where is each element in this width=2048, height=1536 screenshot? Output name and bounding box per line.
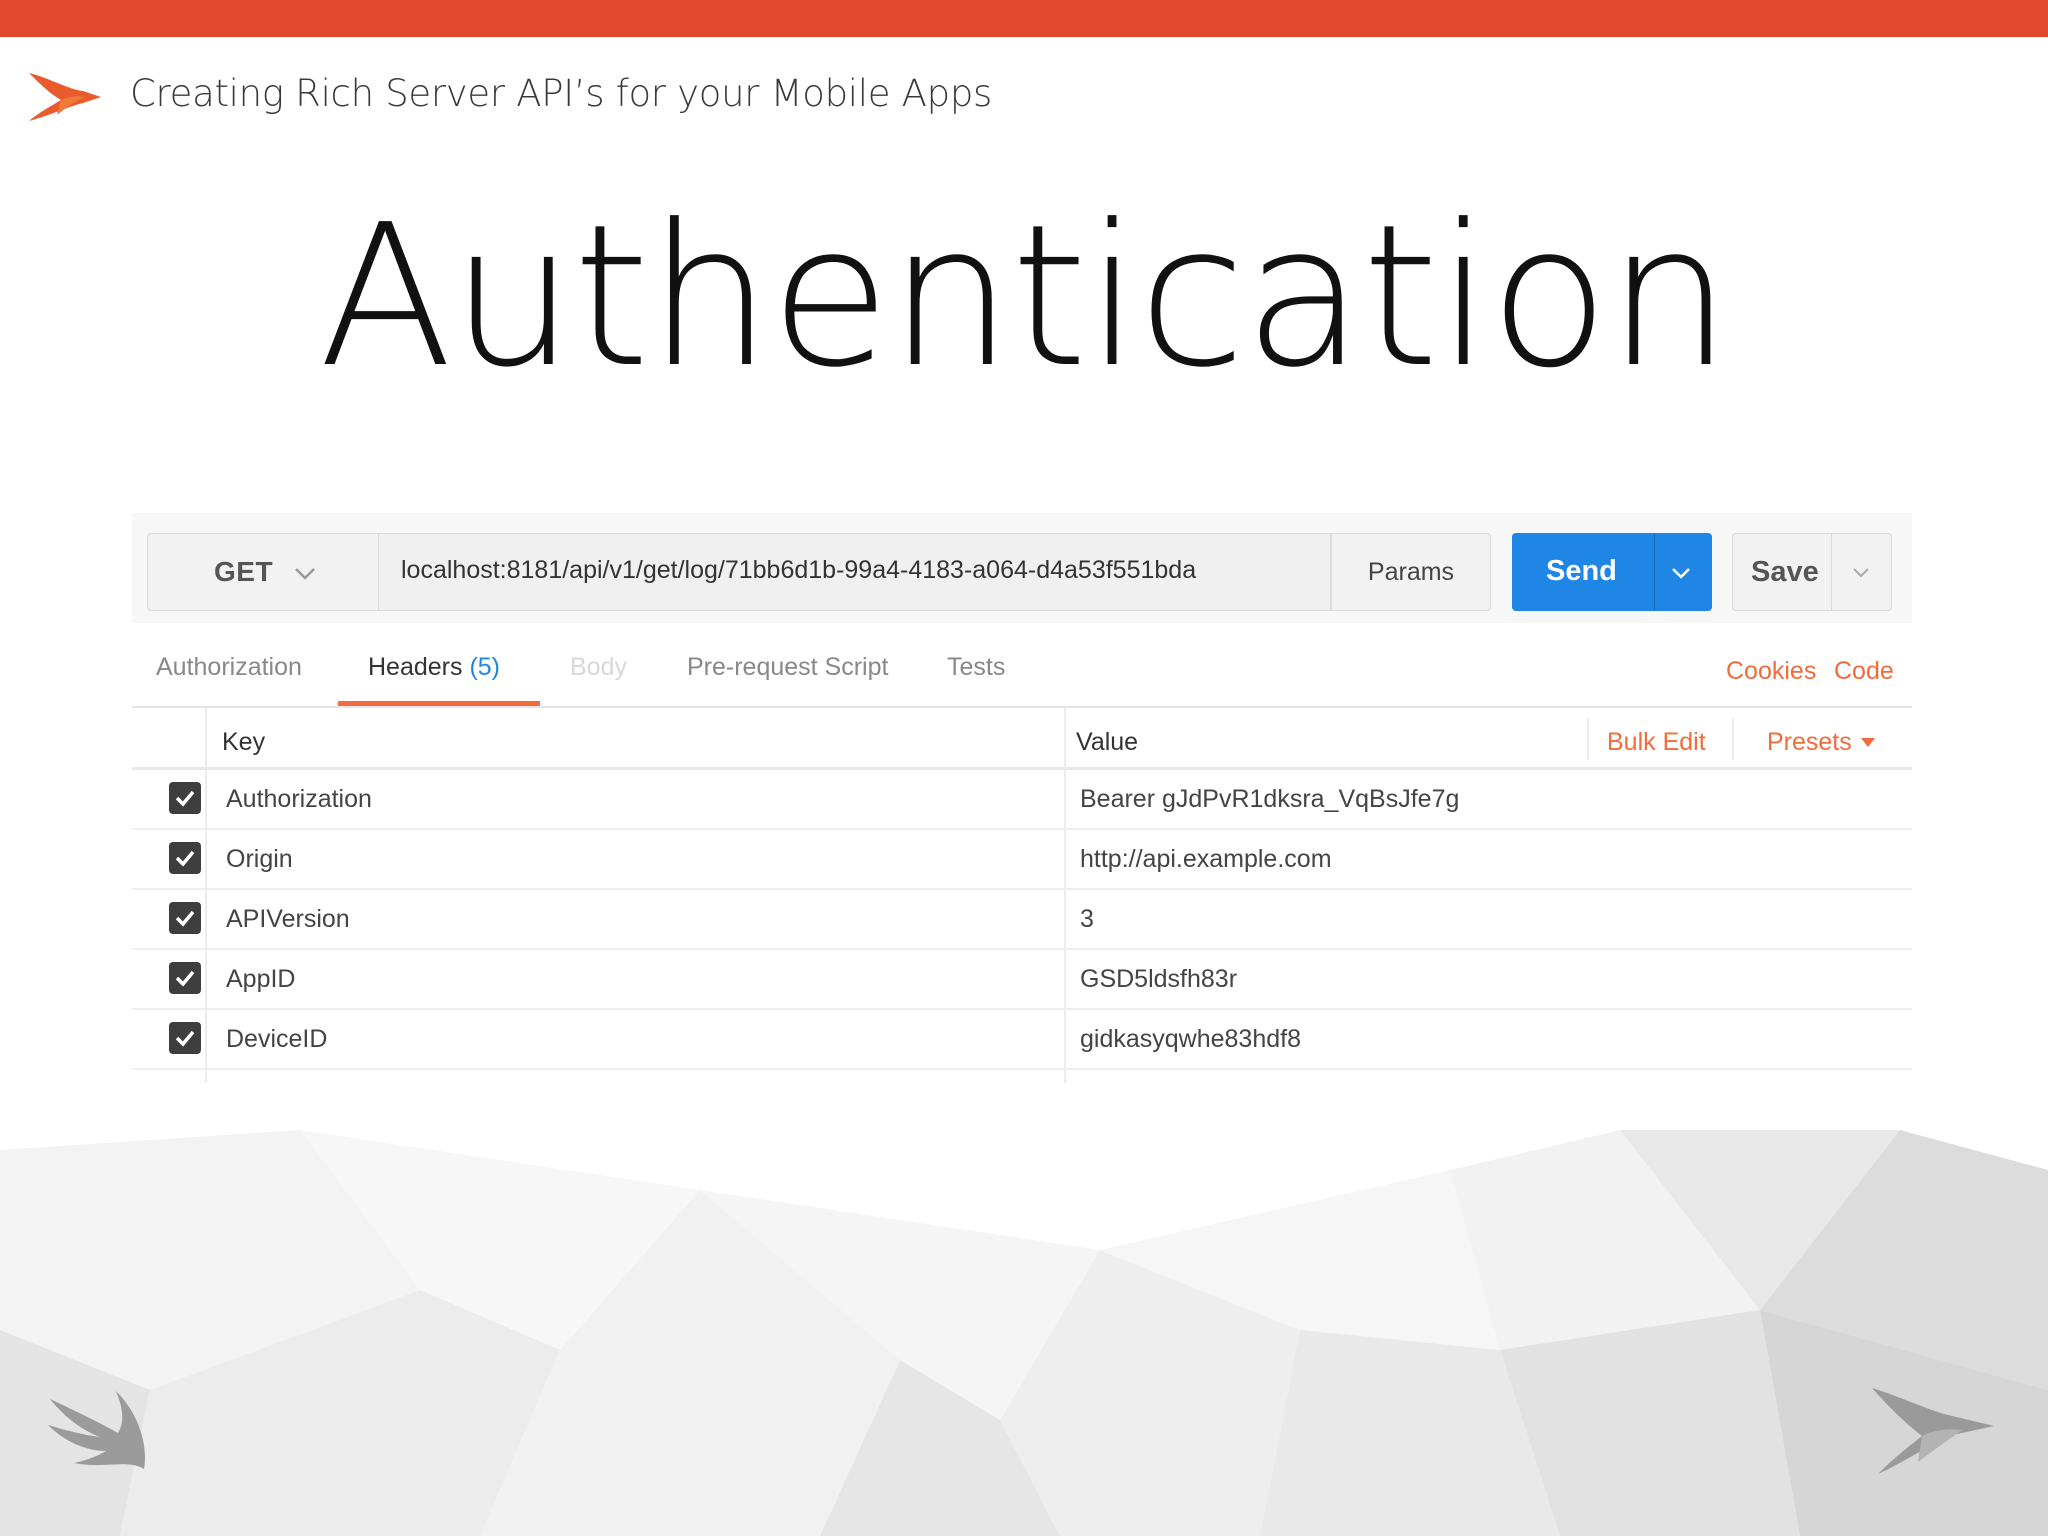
cookies-link[interactable]: Cookies	[1726, 657, 1816, 686]
save-divider	[1831, 534, 1832, 610]
tab-headers-label: Headers	[368, 653, 463, 681]
column-divider	[1587, 718, 1589, 760]
table-row: Authorization Bearer gJdPvR1dksra_VqBsJf…	[132, 770, 1912, 830]
headers-table-header: Key Value Bulk Edit Presets	[132, 708, 1912, 770]
tab-body[interactable]: Body	[570, 653, 627, 682]
table-row: Origin http://api.example.com	[132, 830, 1912, 890]
header-value[interactable]: GSD5ldsfh83r	[1080, 965, 1237, 994]
table-row: DeviceID gidkasyqwhe83hdf8	[132, 1010, 1912, 1070]
url-text: localhost:8181/api/v1/get/log/71bb6d1b-9…	[401, 556, 1197, 584]
url-input[interactable]: localhost:8181/api/v1/get/log/71bb6d1b-9…	[379, 533, 1331, 611]
tab-tests[interactable]: Tests	[947, 653, 1005, 682]
table-row: APIVersion 3	[132, 890, 1912, 950]
request-tabs: Authorization Headers (5) Body Pre-reque…	[132, 623, 1912, 708]
row-checkbox[interactable]	[169, 962, 201, 994]
value-column-header: Value	[1076, 728, 1139, 756]
header-value[interactable]: gidkasyqwhe83hdf8	[1080, 1025, 1301, 1054]
header-key[interactable]: APIVersion	[226, 905, 350, 934]
row-checkbox[interactable]	[169, 1022, 201, 1054]
table-row: AppID GSD5ldsfh83r	[132, 950, 1912, 1010]
caret-down-icon	[1861, 738, 1875, 747]
chevron-down-icon[interactable]	[1849, 560, 1873, 584]
postman-request-panel: GET localhost:8181/api/v1/get/log/71bb6d…	[132, 513, 1912, 1083]
save-label: Save	[1751, 556, 1819, 588]
checkmark-icon	[175, 790, 195, 807]
presets-dropdown[interactable]: Presets	[1767, 728, 1852, 757]
column-divider	[1732, 718, 1734, 760]
header-key[interactable]: Origin	[226, 845, 293, 874]
header-key[interactable]: Authorization	[226, 785, 372, 814]
header-key[interactable]: AppID	[226, 965, 295, 994]
tab-headers[interactable]: Headers (5)	[368, 653, 500, 682]
header-value[interactable]: http://api.example.com	[1080, 845, 1332, 874]
send-divider	[1654, 533, 1655, 611]
header-key[interactable]: DeviceID	[226, 1025, 327, 1054]
top-accent-bar	[0, 0, 2048, 37]
params-label: Params	[1367, 558, 1455, 586]
header-value[interactable]: Bearer gJdPvR1dksra_VqBsJfe7g	[1080, 785, 1459, 814]
active-tab-indicator	[338, 701, 540, 706]
checkmark-icon	[175, 1030, 195, 1047]
chevron-down-icon	[295, 568, 315, 580]
method-dropdown[interactable]: GET	[147, 533, 379, 611]
swift-bird-icon	[48, 1391, 145, 1469]
header-value[interactable]: 3	[1080, 905, 1094, 934]
swift-bird-icon	[1872, 1388, 1994, 1474]
params-button[interactable]: Params	[1331, 533, 1491, 611]
decorative-polygon-background	[0, 1130, 2048, 1536]
tab-prerequest-script[interactable]: Pre-request Script	[687, 653, 888, 682]
code-link[interactable]: Code	[1834, 657, 1894, 686]
chevron-down-icon[interactable]	[1668, 559, 1694, 585]
checkmark-icon	[175, 970, 195, 987]
checkmark-icon	[175, 910, 195, 927]
method-label: GET	[214, 556, 274, 587]
row-checkbox[interactable]	[169, 842, 201, 874]
slide-title: Authentication	[318, 183, 1732, 411]
bulk-edit-link[interactable]: Bulk Edit	[1607, 728, 1706, 757]
swift-bird-icon	[29, 73, 101, 121]
request-bar: GET localhost:8181/api/v1/get/log/71bb6d…	[132, 513, 1912, 623]
checkmark-icon	[175, 850, 195, 867]
presentation-title: Creating Rich Server API’s for your Mobi…	[130, 72, 993, 115]
row-checkbox[interactable]	[169, 902, 201, 934]
send-button[interactable]: Send	[1512, 533, 1712, 611]
key-column-header: Key	[222, 728, 266, 756]
headers-count-badge: (5)	[469, 653, 501, 681]
tab-authorization[interactable]: Authorization	[156, 653, 302, 682]
row-checkbox[interactable]	[169, 782, 201, 814]
send-label: Send	[1546, 555, 1617, 587]
save-button[interactable]: Save	[1732, 533, 1892, 611]
